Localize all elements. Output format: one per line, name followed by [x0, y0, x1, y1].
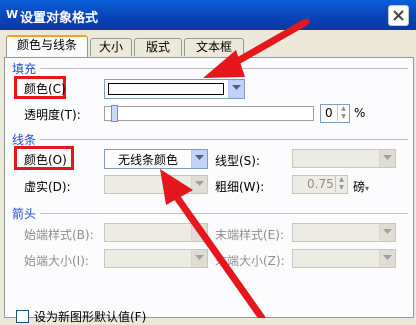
tab-bar: 颜色与线条 大小 版式 文本框	[0, 30, 416, 58]
line-color-label: 颜色(O)	[24, 153, 67, 167]
close-button[interactable]	[388, 5, 409, 26]
tab-color-and-lines[interactable]: 颜色与线条	[6, 35, 88, 58]
fill-color-dropdown[interactable]	[104, 79, 245, 99]
end-size-dropdown[interactable]	[292, 249, 396, 268]
default-checkbox-label: 设为新图形默认值(F)	[34, 310, 147, 324]
end-style-label: 末端样式(E):	[215, 228, 284, 242]
line-style-dropdown[interactable]	[292, 149, 396, 168]
chevron-down-icon	[195, 155, 204, 160]
transparency-spinner[interactable]: 0 ▲ ▼	[320, 104, 350, 123]
window-title: 设置对象格式	[20, 11, 99, 26]
transparency-label: 透明度(T):	[24, 108, 81, 122]
close-icon	[393, 10, 404, 21]
begin-size-dropdown-button[interactable]	[191, 250, 207, 267]
begin-style-label: 始端样式(B):	[24, 228, 94, 242]
chevron-down-icon	[232, 85, 241, 90]
weight-label: 粗细(W):	[215, 180, 265, 194]
dash-label: 虚实(D):	[24, 180, 71, 194]
tab-size[interactable]: 大小	[90, 38, 132, 56]
chevron-down-icon: ▾	[365, 184, 370, 193]
line-divider	[40, 139, 408, 140]
weight-value: 0.75	[307, 177, 334, 191]
fill-divider	[40, 68, 408, 69]
end-style-dropdown-button[interactable]	[379, 224, 395, 241]
tab-layout[interactable]: 版式	[134, 38, 182, 56]
weight-unit-dropdown[interactable]: 磅▾	[353, 178, 369, 195]
line-style-dropdown-button[interactable]	[379, 150, 395, 167]
line-color-value: 无线条颜色	[117, 153, 178, 167]
transparency-unit: %	[354, 106, 366, 120]
end-style-dropdown[interactable]	[292, 223, 396, 242]
title-bar: W 设置对象格式	[0, 0, 416, 30]
begin-style-dropdown-button[interactable]	[191, 224, 207, 241]
fill-color-dropdown-button[interactable]	[228, 80, 244, 98]
transparency-slider-thumb[interactable]	[111, 105, 118, 122]
dash-dropdown-button[interactable]	[191, 176, 207, 193]
transparency-value: 0	[325, 106, 333, 120]
weight-unit: 磅	[353, 180, 366, 194]
end-size-label: 末端大小(Z):	[215, 254, 285, 268]
chevron-down-icon	[383, 255, 392, 260]
chevron-down-icon	[383, 155, 392, 160]
line-style-label: 线型(S):	[215, 154, 261, 168]
line-color-dropdown[interactable]: 无线条颜色	[104, 149, 208, 169]
default-checkbox[interactable]	[16, 310, 29, 323]
weight-spin-buttons[interactable]: ▲ ▼	[335, 176, 347, 193]
dash-dropdown[interactable]	[104, 175, 208, 194]
arrows-divider	[40, 213, 408, 214]
end-size-dropdown-button[interactable]	[379, 250, 395, 267]
tab-textbox[interactable]: 文本框	[184, 38, 244, 56]
fill-color-label: 颜色(C)	[24, 82, 66, 96]
weight-spinner[interactable]: 0.75 ▲ ▼	[292, 175, 348, 194]
transparency-slider[interactable]	[104, 105, 314, 122]
chevron-down-icon	[195, 181, 204, 186]
chevron-down-icon	[383, 229, 392, 234]
word-logo-icon: W	[6, 8, 19, 21]
begin-size-label: 始端大小(I):	[24, 254, 89, 268]
chevron-down-icon	[195, 255, 204, 260]
fill-section-title: 填充	[12, 62, 37, 76]
arrows-section-title: 箭头	[12, 207, 37, 221]
begin-style-dropdown[interactable]	[104, 223, 208, 242]
line-color-dropdown-button[interactable]	[191, 150, 207, 168]
fill-color-swatch	[108, 83, 224, 95]
begin-size-dropdown[interactable]	[104, 249, 208, 268]
transparency-spin-buttons[interactable]: ▲ ▼	[337, 105, 349, 122]
chevron-down-icon	[195, 229, 204, 234]
